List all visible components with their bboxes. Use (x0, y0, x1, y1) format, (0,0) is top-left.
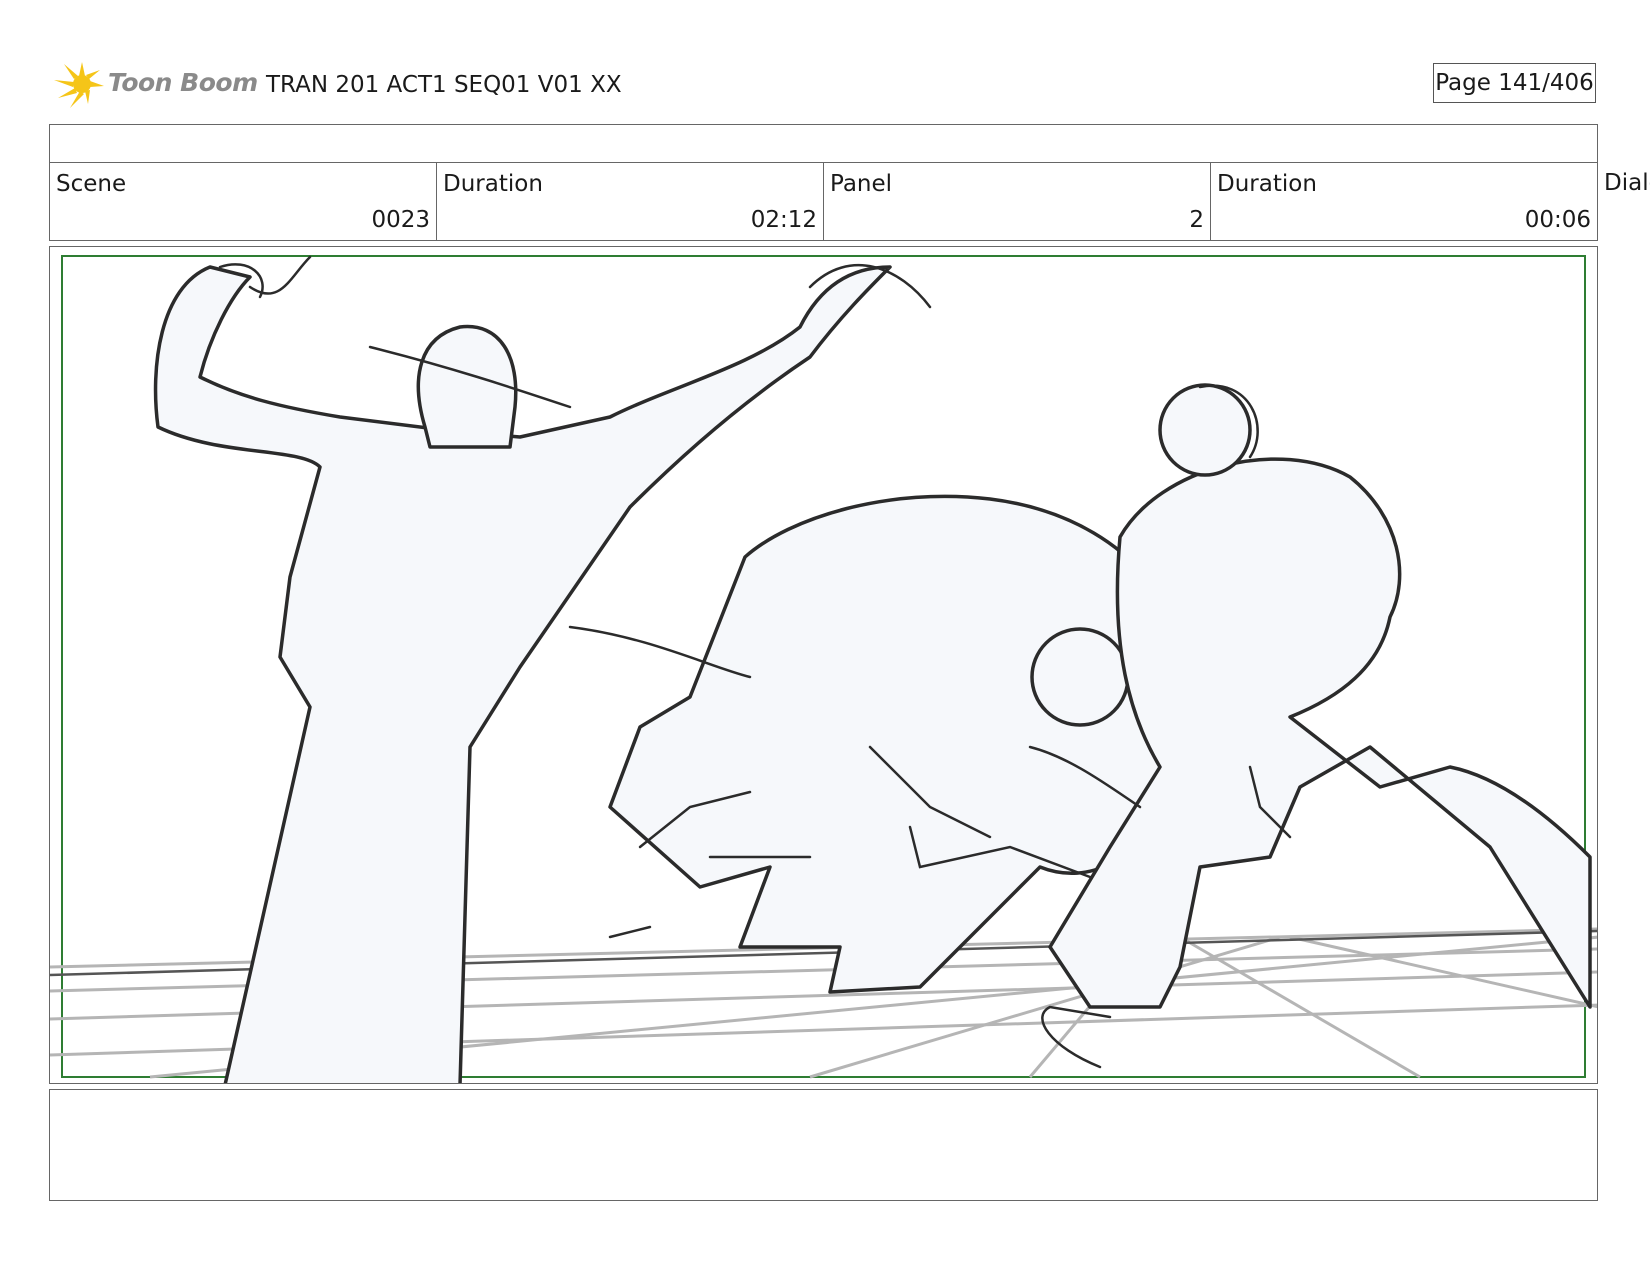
project-title: TRAN 201 ACT1 SEQ01 V01 XX (266, 72, 622, 98)
scene-cell: Scene 0023 (49, 162, 437, 241)
header-strip (49, 124, 1598, 163)
panel-duration-label: Duration (1217, 171, 1317, 197)
notes-box (49, 1089, 1598, 1201)
dialog-label: Dialo (1604, 170, 1650, 196)
panel-sketch (50, 255, 1597, 1083)
panel-duration-value: 00:06 (1524, 207, 1591, 233)
panel-label: Panel (830, 171, 893, 197)
toon-boom-logo: Toon Boom (52, 58, 258, 114)
scene-label: Scene (56, 171, 127, 197)
panel-cell: Panel 2 (823, 162, 1211, 241)
panel-duration-cell: Duration 00:06 (1210, 162, 1598, 241)
scene-duration-value: 02:12 (750, 207, 817, 233)
starburst-logo-icon (54, 62, 104, 108)
storyboard-panel (49, 246, 1598, 1084)
middle-figure-head (1030, 627, 1130, 727)
panel-value: 2 (1189, 207, 1204, 233)
scene-duration-cell: Duration 02:12 (436, 162, 824, 241)
scene-value: 0023 (371, 207, 430, 233)
left-figure-head (416, 324, 518, 449)
logo-text: Toon Boom (108, 68, 258, 97)
scene-duration-label: Duration (443, 171, 543, 197)
right-figure-head (1158, 383, 1252, 477)
page-indicator: Page 141/406 (1433, 63, 1596, 103)
